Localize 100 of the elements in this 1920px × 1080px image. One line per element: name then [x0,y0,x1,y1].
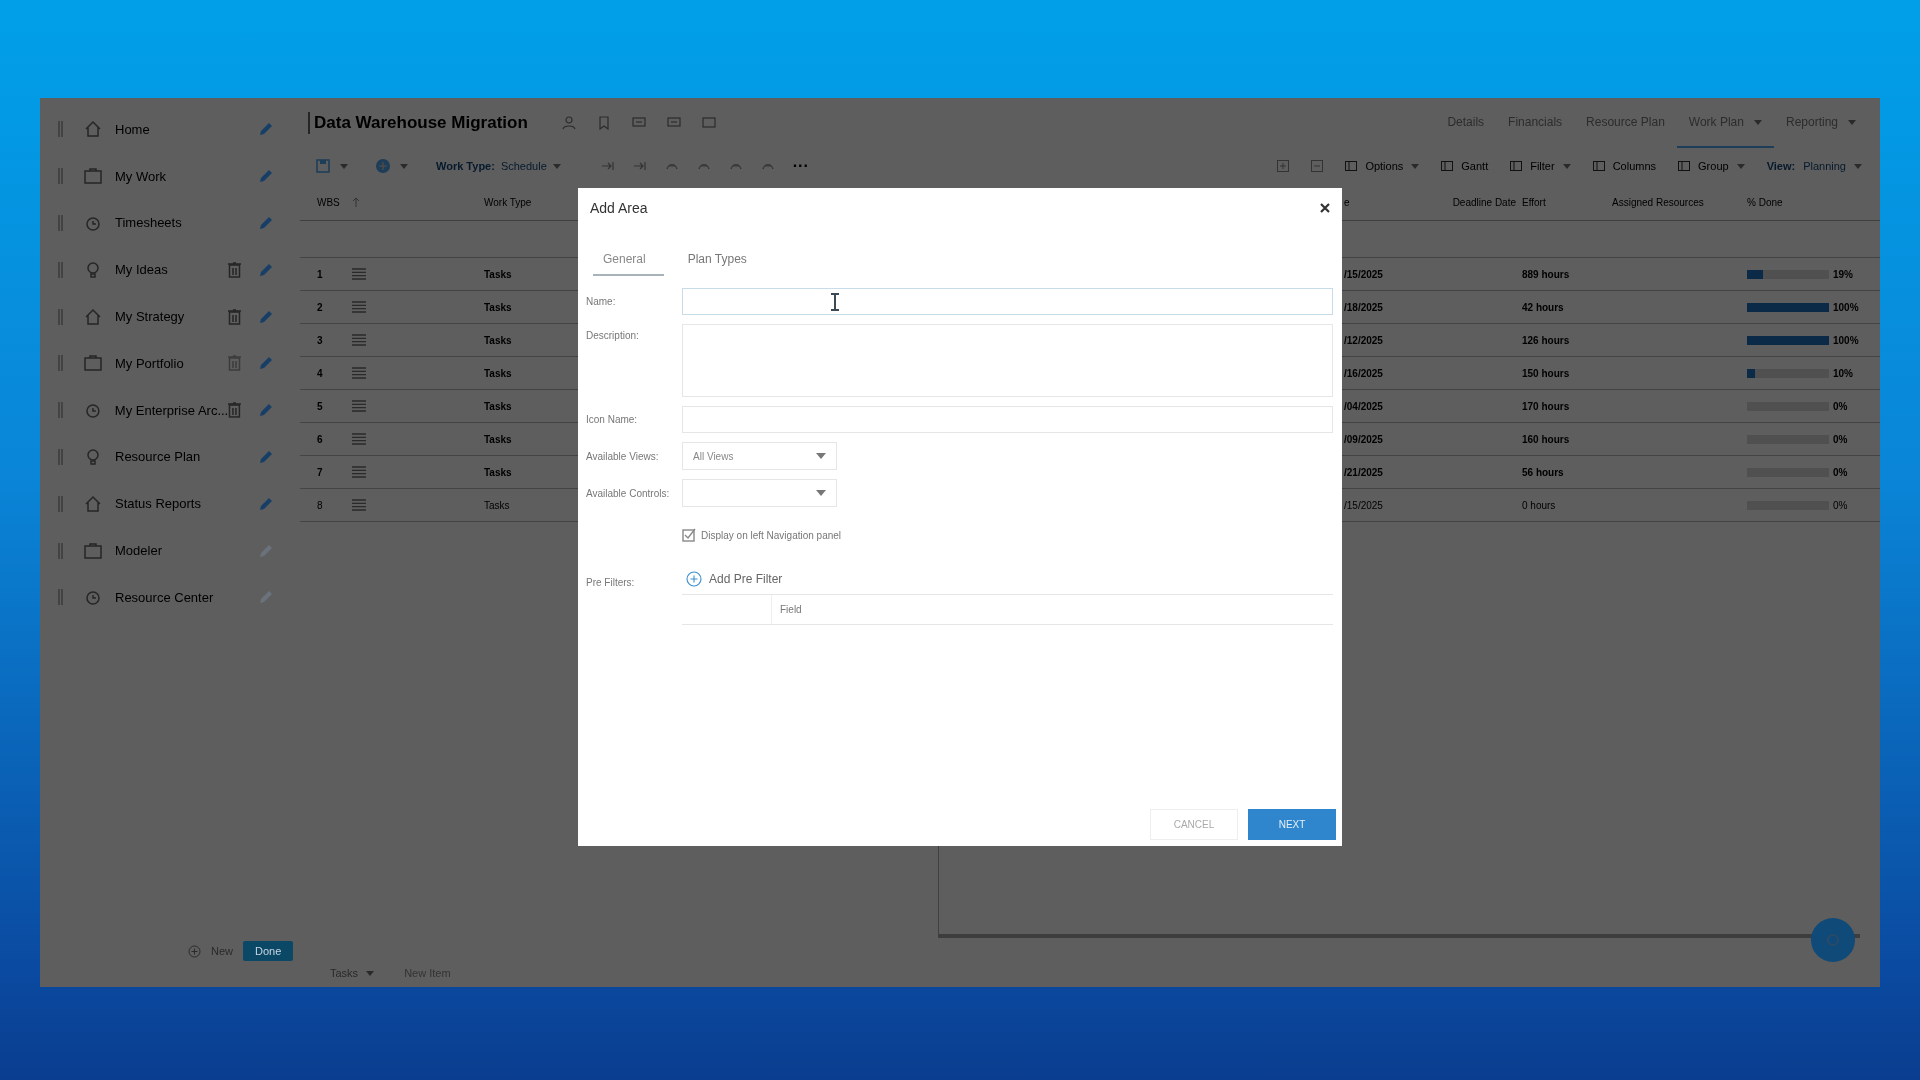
sidebar-item[interactable]: My Strategy [40,293,300,340]
drag-handle-icon[interactable] [58,215,63,231]
description-field[interactable] [682,324,1333,397]
pencil-icon[interactable] [258,495,274,512]
collapse-icon[interactable] [1311,160,1324,172]
caret-icon [1854,163,1862,169]
toolbar-tool-icon[interactable] [600,160,615,172]
sidebar-item[interactable]: My Ideas [40,246,300,294]
header-tool-icon[interactable] [596,116,611,130]
drag-handle-icon[interactable] [58,402,63,419]
table-cell-text: 126 hours [1522,334,1571,346]
list-icon[interactable] [352,268,366,280]
done-button[interactable]: Done [243,941,294,961]
sidebar-item[interactable]: My Portfolio [40,340,300,387]
trash-icon[interactable] [228,308,241,325]
trash-icon[interactable] [228,261,241,278]
percent-text: 0% [1833,400,1848,412]
icon-name-field[interactable] [682,406,1333,433]
sidebar-item[interactable]: Resource Center [40,573,300,621]
sidebar-item[interactable]: My Work [40,152,300,200]
caret-icon [1753,119,1762,125]
list-icon[interactable] [352,499,366,511]
header-tool-icon[interactable] [561,116,576,130]
list-icon[interactable] [352,466,366,478]
drag-handle-icon[interactable] [58,542,63,559]
drag-handle-icon[interactable] [58,495,63,512]
views-dropdown[interactable]: All Views [682,442,837,470]
toolbar-button[interactable]: Columns [1592,160,1657,172]
table-cell-text: 5 [316,400,324,412]
view-dropdown[interactable]: View: Planning [1766,160,1862,172]
column-header[interactable]: Effort [1522,196,1612,208]
toolbar-button[interactable]: Options [1345,160,1420,172]
column-header[interactable]: Deadline Date [1442,196,1522,208]
save-icon[interactable] [316,159,330,173]
sidebar-item[interactable]: Status Reports [40,480,300,528]
caret-icon[interactable] [400,163,408,169]
pencil-icon[interactable] [258,168,274,185]
list-icon[interactable] [352,301,366,313]
sidebar-item[interactable]: Modeler [40,527,300,574]
drag-handle-icon[interactable] [58,261,63,278]
list-icon[interactable] [352,433,366,445]
more-icon[interactable]: ··· [792,157,809,175]
toolbar-button[interactable]: Gantt [1441,160,1489,172]
expand-icon[interactable] [1277,160,1290,172]
list-icon[interactable] [352,334,366,346]
pencil-icon[interactable] [258,448,274,465]
controls-dropdown[interactable] [682,479,837,507]
pencil-icon[interactable] [258,261,274,278]
caret-icon [1562,163,1571,169]
column-header[interactable]: Assigned Resources [1612,196,1747,208]
header-tool-icon[interactable] [631,116,646,130]
sidebar-item[interactable]: Home [40,106,300,153]
chat-button[interactable] [1811,918,1855,962]
caret-icon [1411,163,1420,169]
drag-handle-icon[interactable] [58,448,63,465]
field-label: Pre Filters: [586,576,636,588]
pencil-icon[interactable] [258,355,274,372]
table-cell-text: Tasks [483,466,513,478]
panel-icon [1592,160,1605,172]
sort-arrow-icon[interactable] [352,197,360,207]
sidebar-item[interactable]: My Enterprise Arc... [40,386,300,434]
caret-icon[interactable] [340,163,348,169]
column-header[interactable]: Work Type [420,196,540,208]
checkbox[interactable] [682,528,696,542]
pencil-icon[interactable] [258,121,274,138]
add-icon [188,944,201,958]
drag-handle-icon[interactable] [58,121,63,138]
pencil-icon[interactable] [258,215,274,231]
dialog-tab[interactable]: Plan Types [677,246,757,276]
toolbar-button[interactable]: Group [1678,160,1745,172]
header-tool-icon[interactable] [666,116,681,130]
next-button[interactable]: NEXT [1248,809,1336,840]
column-header[interactable]: WBS [300,196,352,208]
table-cell-text: 7 [316,466,324,478]
add-pre-filter-button[interactable]: Add Pre Filter [682,571,783,594]
toolbar-button[interactable]: Filter [1510,160,1571,172]
sidebar-item[interactable]: Resource Plan [40,433,300,481]
add-icon[interactable] [376,159,390,173]
trash-icon[interactable] [228,402,242,419]
work-type-dropdown[interactable]: Work Type: Schedule [436,160,561,172]
pencil-icon[interactable] [258,402,274,419]
cancel-button[interactable]: CANCEL [1150,809,1238,840]
sidebar-item[interactable]: Timesheets [40,199,300,247]
drag-handle-icon[interactable] [58,355,63,372]
caret-icon [1736,163,1745,169]
list-icon[interactable] [352,400,366,412]
column-header[interactable]: e [1342,196,1442,208]
drag-handle-icon[interactable] [58,168,63,185]
drag-handle-icon[interactable] [58,308,63,325]
name-field[interactable] [682,288,1333,315]
column-header[interactable]: % Done [1747,196,1872,208]
close-icon[interactable] [1320,203,1330,213]
pencil-icon[interactable] [258,308,274,325]
table-cell-text: /09/2025 [1343,433,1384,445]
header-tool-icon[interactable] [701,116,716,130]
toolbar-tool-icon[interactable] [632,160,647,172]
drag-handle-icon[interactable] [58,589,63,606]
nav-icon [83,306,103,327]
list-icon[interactable] [352,367,366,379]
dialog-tab[interactable]: General [593,246,664,276]
